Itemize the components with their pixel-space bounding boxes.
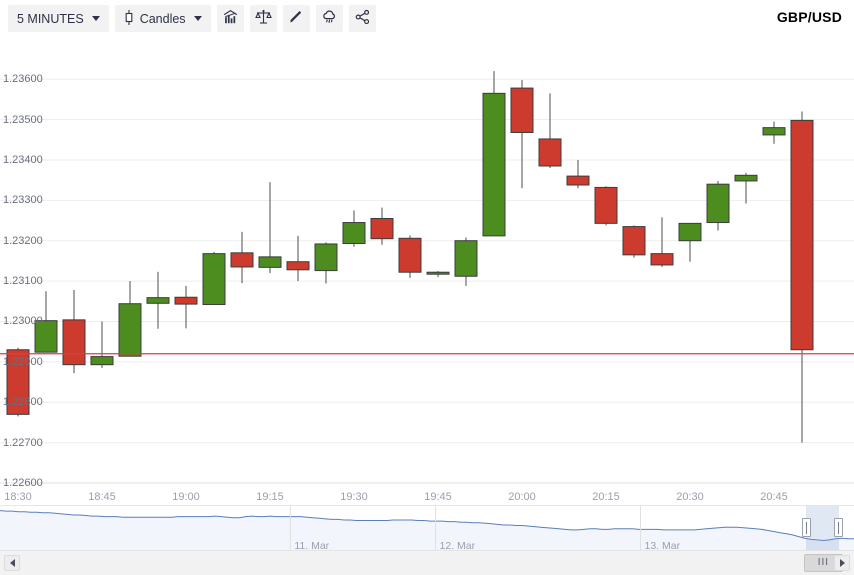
chart-toolbar: 5 MINUTES Candles [0,0,854,37]
y-axis-tick-label: 1.23200 [3,234,43,247]
indicators-button[interactable] [216,5,244,32]
y-axis-tick-label: 1.23400 [3,153,43,166]
candle-body-up [146,297,170,304]
candle-body-up [482,92,506,237]
x-axis-tick-label: 18:30 [4,491,32,503]
scrollbar-grip-label: III [817,557,830,568]
navigator-sparkline [0,506,854,551]
candle-body-down [538,138,562,167]
candlestick-chart[interactable] [0,37,854,505]
candle-body-down [286,261,310,271]
x-axis-tick-label: 20:45 [760,491,788,503]
x-axis-tick-label: 18:45 [88,491,116,503]
chart-navigator[interactable]: 11. Mar 12. Mar 13. Mar [0,505,854,552]
navigator-handle-right[interactable] [833,518,843,537]
cloud-rain-icon [321,9,338,28]
share-button[interactable] [348,5,376,32]
horizontal-scrollbar[interactable]: III [0,550,854,575]
x-axis-tick-label: 20:30 [676,491,704,503]
timeframe-selector[interactable]: 5 MINUTES [8,5,109,32]
x-axis-tick-label: 19:15 [256,491,284,503]
candle-body-down [62,319,86,366]
candle-body-up [258,256,282,268]
candlestick-icon [124,9,134,28]
candle-body-down [174,296,198,305]
compare-button[interactable] [249,5,277,32]
navigator-handle-left[interactable] [802,518,812,537]
alerts-button[interactable] [315,5,343,32]
chart-type-selector[interactable]: Candles [114,5,211,32]
candle-body-down [790,119,814,351]
candle-body-down [370,218,394,240]
y-axis-tick-label: 1.23600 [3,73,43,86]
candle-body-down [566,175,590,186]
draw-button[interactable] [282,5,310,32]
candle-body-up [678,222,702,242]
candle-body-up [90,356,114,366]
y-axis-tick-label: 1.23000 [3,315,43,328]
chart-plot-area[interactable]: 1.23600 1.23500 1.23400 1.23300 1.23200 1.231… [0,37,854,505]
timeframe-label: 5 MINUTES [17,11,84,26]
indicators-chart-icon [222,9,239,28]
candle-body-down [398,237,422,273]
chevron-left-icon [9,559,15,567]
balance-scale-icon [254,9,272,28]
scrollbar-track[interactable] [22,555,814,571]
candle-body-down [622,226,646,256]
candle-body-up [314,243,338,272]
navigator-area [0,510,854,551]
candle-body-down [510,87,534,133]
x-axis-tick-label: 19:45 [424,491,452,503]
candle-body-up [762,127,786,136]
candle-series [6,71,814,443]
candle-body-down [230,252,254,268]
page-title: GBP/USD [776,9,842,25]
candle-body-up [118,303,142,357]
scroll-right-arrow[interactable] [834,555,850,571]
candle-body-up [426,271,450,275]
trading-chart-app: 5 MINUTES Candles GBP/USD 1.23600 1.2350… [0,0,854,575]
candle-body-down [594,186,618,224]
y-axis-tick-label: 1.23500 [3,113,43,126]
candle-body-up [342,222,366,245]
x-axis-tick-label: 19:30 [340,491,368,503]
y-axis-tick-label: 1.22900 [3,355,43,368]
chevron-down-icon [193,16,202,21]
y-axis-tick-label: 1.23100 [3,275,43,288]
candle-body-down [650,253,674,266]
candle-body-up [454,240,478,277]
y-axis-tick-label: 1.22600 [3,477,43,489]
y-axis-tick-label: 1.23300 [3,194,43,207]
candle-body-up [202,253,226,306]
share-icon [354,9,371,28]
candle-body-up [734,174,758,182]
pencil-icon [288,9,305,28]
candle-body-up [706,183,730,224]
x-axis-tick-label: 20:15 [592,491,620,503]
scroll-left-arrow[interactable] [4,555,20,571]
y-axis-tick-label: 1.22800 [3,396,43,409]
x-axis-tick-label: 20:00 [508,491,536,503]
chart-type-label: Candles [139,11,186,26]
y-axis-tick-label: 1.22700 [3,436,43,449]
chevron-down-icon [91,16,100,21]
grid-lines [0,78,854,484]
chevron-right-icon [839,559,845,567]
x-axis-tick-label: 19:00 [172,491,200,503]
